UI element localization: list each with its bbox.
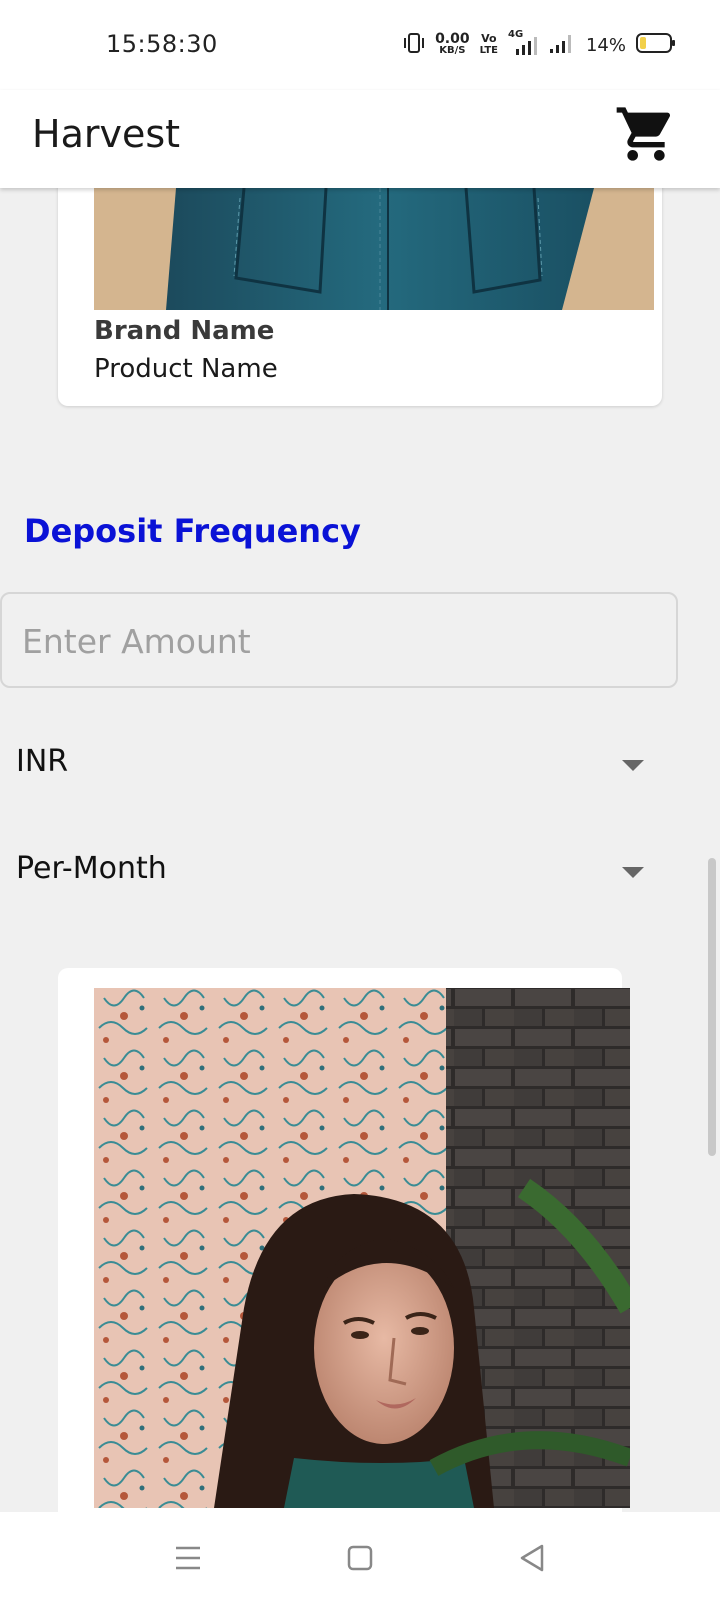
scrollbar[interactable] (708, 858, 716, 1156)
volte-bottom: LTE (479, 45, 498, 56)
vibrate-icon (403, 32, 425, 59)
volte-top: Vo (481, 32, 497, 45)
frequency-dropdown[interactable]: Per-Month (0, 837, 660, 907)
status-icons: 0.00 KB/S Vo LTE 4G 14% (403, 29, 676, 60)
net-speed: 0.00 KB/S (435, 31, 470, 57)
deposit-frequency-title: Deposit Frequency (24, 512, 361, 550)
product-image (94, 188, 654, 310)
home-square-icon[interactable] (340, 1538, 380, 1578)
volte-indicator: Vo LTE (480, 33, 498, 57)
status-time: 15:58:30 (106, 30, 218, 58)
shopping-cart-icon[interactable] (614, 102, 678, 166)
status-bar: 15:58:30 0.00 KB/S Vo LTE 4G 14% (0, 0, 720, 90)
product-card-2[interactable] (58, 968, 630, 1528)
app-bar: Harvest (0, 90, 720, 188)
product-name: Product Name (94, 354, 278, 384)
net-speed-value: 0.00 (435, 31, 470, 47)
menu-icon[interactable] (168, 1538, 208, 1578)
net-speed-unit: KB/S (439, 45, 466, 56)
navigation-bar (0, 1512, 720, 1600)
battery-percent: 14% (585, 34, 626, 56)
amount-input[interactable] (20, 614, 644, 668)
product-image-2 (94, 988, 630, 1508)
currency-value: INR (16, 744, 69, 779)
brand-name: Brand Name (94, 316, 275, 346)
back-triangle-icon[interactable] (512, 1538, 552, 1578)
battery-icon (636, 32, 676, 59)
network-type-label: 4G (507, 29, 524, 40)
currency-dropdown[interactable]: INR (0, 730, 660, 800)
dropdown-arrow-icon (622, 867, 644, 878)
dropdown-arrow-icon (622, 760, 644, 771)
app-title: Harvest (32, 112, 181, 156)
product-card[interactable]: Brand Name Product Name (58, 150, 662, 406)
frequency-value: Per-Month (16, 851, 167, 886)
signal-4g-icon: 4G (508, 29, 538, 57)
amount-field[interactable] (0, 592, 678, 688)
screen: 15:58:30 0.00 KB/S Vo LTE 4G 14% Harvest… (0, 0, 720, 1600)
signal-icon (548, 31, 576, 60)
